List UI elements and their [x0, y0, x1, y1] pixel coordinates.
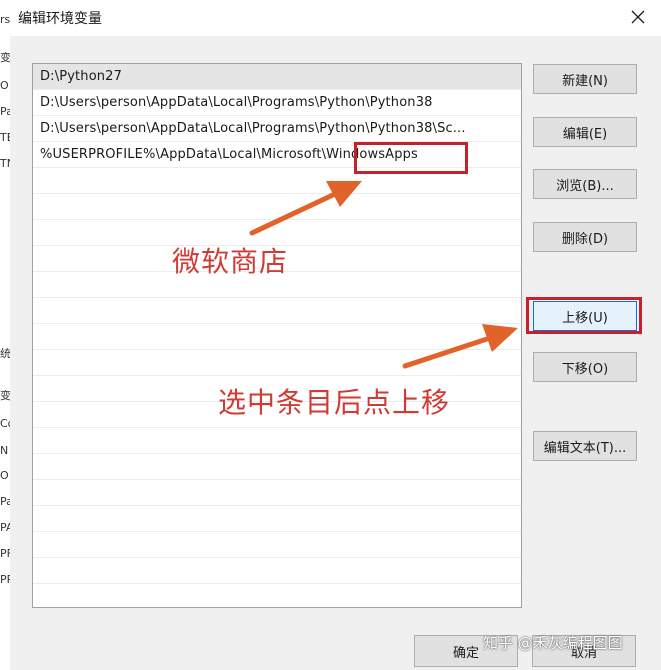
background-window-text: N — [0, 445, 9, 457]
move-down-button[interactable]: 下移(O) — [533, 352, 637, 382]
empty-list-row[interactable] — [33, 532, 521, 558]
annotation-instruction: 选中条目后点上移 — [218, 386, 451, 419]
path-entry-row[interactable]: D:\Python27 — [33, 64, 521, 90]
screenshot-stage: rs 变 O Pa TE TN 统 变 Co N O Pa PA PF PR 编… — [0, 0, 661, 670]
new-button[interactable]: 新建(N) — [533, 64, 637, 94]
empty-list-row[interactable] — [33, 584, 521, 607]
background-window-text: TE — [0, 132, 10, 144]
background-window-text: Pa — [0, 496, 10, 508]
background-window-text: Pa — [0, 106, 10, 118]
empty-list-row[interactable] — [33, 324, 521, 350]
empty-list-row[interactable] — [33, 428, 521, 454]
background-window-text: PF — [0, 548, 10, 560]
background-window-text: rs — [0, 14, 10, 26]
background-window-text: 统 — [0, 348, 10, 360]
annotation-store-label: 微软商店 — [172, 245, 289, 278]
path-entry-text: D:\Python27 — [40, 69, 123, 84]
close-button[interactable] — [623, 4, 653, 30]
path-entry-row[interactable]: %USERPROFILE%\AppData\Local\Microsoft\Wi… — [33, 142, 521, 168]
empty-list-row[interactable] — [33, 168, 521, 194]
empty-list-row[interactable] — [33, 558, 521, 584]
background-window-text: 变 — [0, 52, 10, 64]
close-icon — [631, 10, 645, 24]
dialog-title: 编辑环境变量 — [18, 11, 102, 27]
empty-list-row[interactable] — [33, 350, 521, 376]
background-window-text: O — [0, 80, 9, 92]
edit-button[interactable]: 编辑(E) — [533, 117, 637, 147]
background-window-text: 变 — [0, 390, 10, 402]
path-entry-text: %USERPROFILE%\AppData\Local\Microsoft\Wi… — [40, 147, 418, 162]
empty-list-row[interactable] — [33, 506, 521, 532]
background-window-text: O — [0, 470, 9, 482]
background-window-text: PR — [0, 574, 10, 586]
watermark-text: 知乎 @禾灰编程图图 — [483, 634, 623, 652]
edit-text-button[interactable]: 编辑文本(T)... — [533, 431, 637, 461]
browse-button[interactable]: 浏览(B)... — [533, 169, 637, 199]
background-window-text: Co — [0, 418, 10, 430]
empty-list-row[interactable] — [33, 454, 521, 480]
background-window-text: PA — [0, 522, 10, 534]
path-entry-text: D:\Users\person\AppData\Local\Programs\P… — [40, 121, 466, 136]
empty-list-row[interactable] — [33, 480, 521, 506]
empty-list-row[interactable] — [33, 298, 521, 324]
move-up-button[interactable]: 上移(U) — [533, 301, 637, 331]
path-entry-text: D:\Users\person\AppData\Local\Programs\P… — [40, 95, 433, 110]
background-window-text: TN — [0, 158, 10, 170]
edit-env-variable-dialog: 编辑环境变量 D:\Python27 D:\Users\person\AppDa… — [10, 0, 661, 670]
empty-list-row[interactable] — [33, 194, 521, 220]
dialog-titlebar: 编辑环境变量 — [10, 0, 661, 36]
path-entries-list[interactable]: D:\Python27 D:\Users\person\AppData\Loca… — [32, 63, 522, 608]
path-entry-row[interactable]: D:\Users\person\AppData\Local\Programs\P… — [33, 116, 521, 142]
delete-button[interactable]: 删除(D) — [533, 222, 637, 252]
path-entry-row[interactable]: D:\Users\person\AppData\Local\Programs\P… — [33, 90, 521, 116]
